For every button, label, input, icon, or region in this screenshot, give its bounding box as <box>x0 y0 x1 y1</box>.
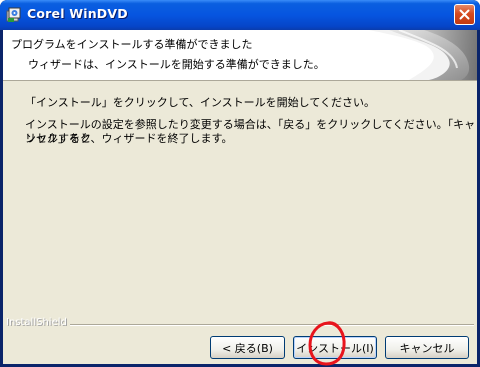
footer-divider <box>69 324 474 326</box>
cancel-button[interactable]: キャンセル <box>385 336 469 359</box>
dialog-client-area: プログラムをインストールする準備ができました ウィザードは、インストールを開始す… <box>3 30 477 364</box>
back-button[interactable]: < 戻る(B) <box>210 336 285 359</box>
close-icon <box>459 9 470 20</box>
back-button-label: < 戻る(B) <box>222 341 273 355</box>
header-subtitle: ウィザードは、インストールを開始する準備ができました。 <box>28 58 325 71</box>
instruction-text: 「インストール」をクリックして、インストールを開始してください。 <box>25 96 376 109</box>
red-circle-annotation <box>308 321 346 366</box>
cancel-button-label: キャンセル <box>399 341 455 355</box>
header-banner-graphic <box>369 30 477 80</box>
title-bar[interactable]: Corel WinDVD <box>0 0 480 30</box>
description-line-2: リックすると、ウィザードを終了します。 <box>25 132 233 145</box>
header-title: プログラムをインストールする準備ができました <box>11 38 253 51</box>
window-title: Corel WinDVD <box>27 6 128 21</box>
installer-window: Corel WinDVD プログラムをインストールする準備ができました ウィザー… <box>0 0 480 367</box>
installer-icon <box>6 7 21 22</box>
close-button[interactable] <box>454 4 475 25</box>
header-panel: プログラムをインストールする準備ができました ウィザードは、インストールを開始す… <box>3 30 477 81</box>
installshield-brand: InstallShield <box>6 317 70 328</box>
